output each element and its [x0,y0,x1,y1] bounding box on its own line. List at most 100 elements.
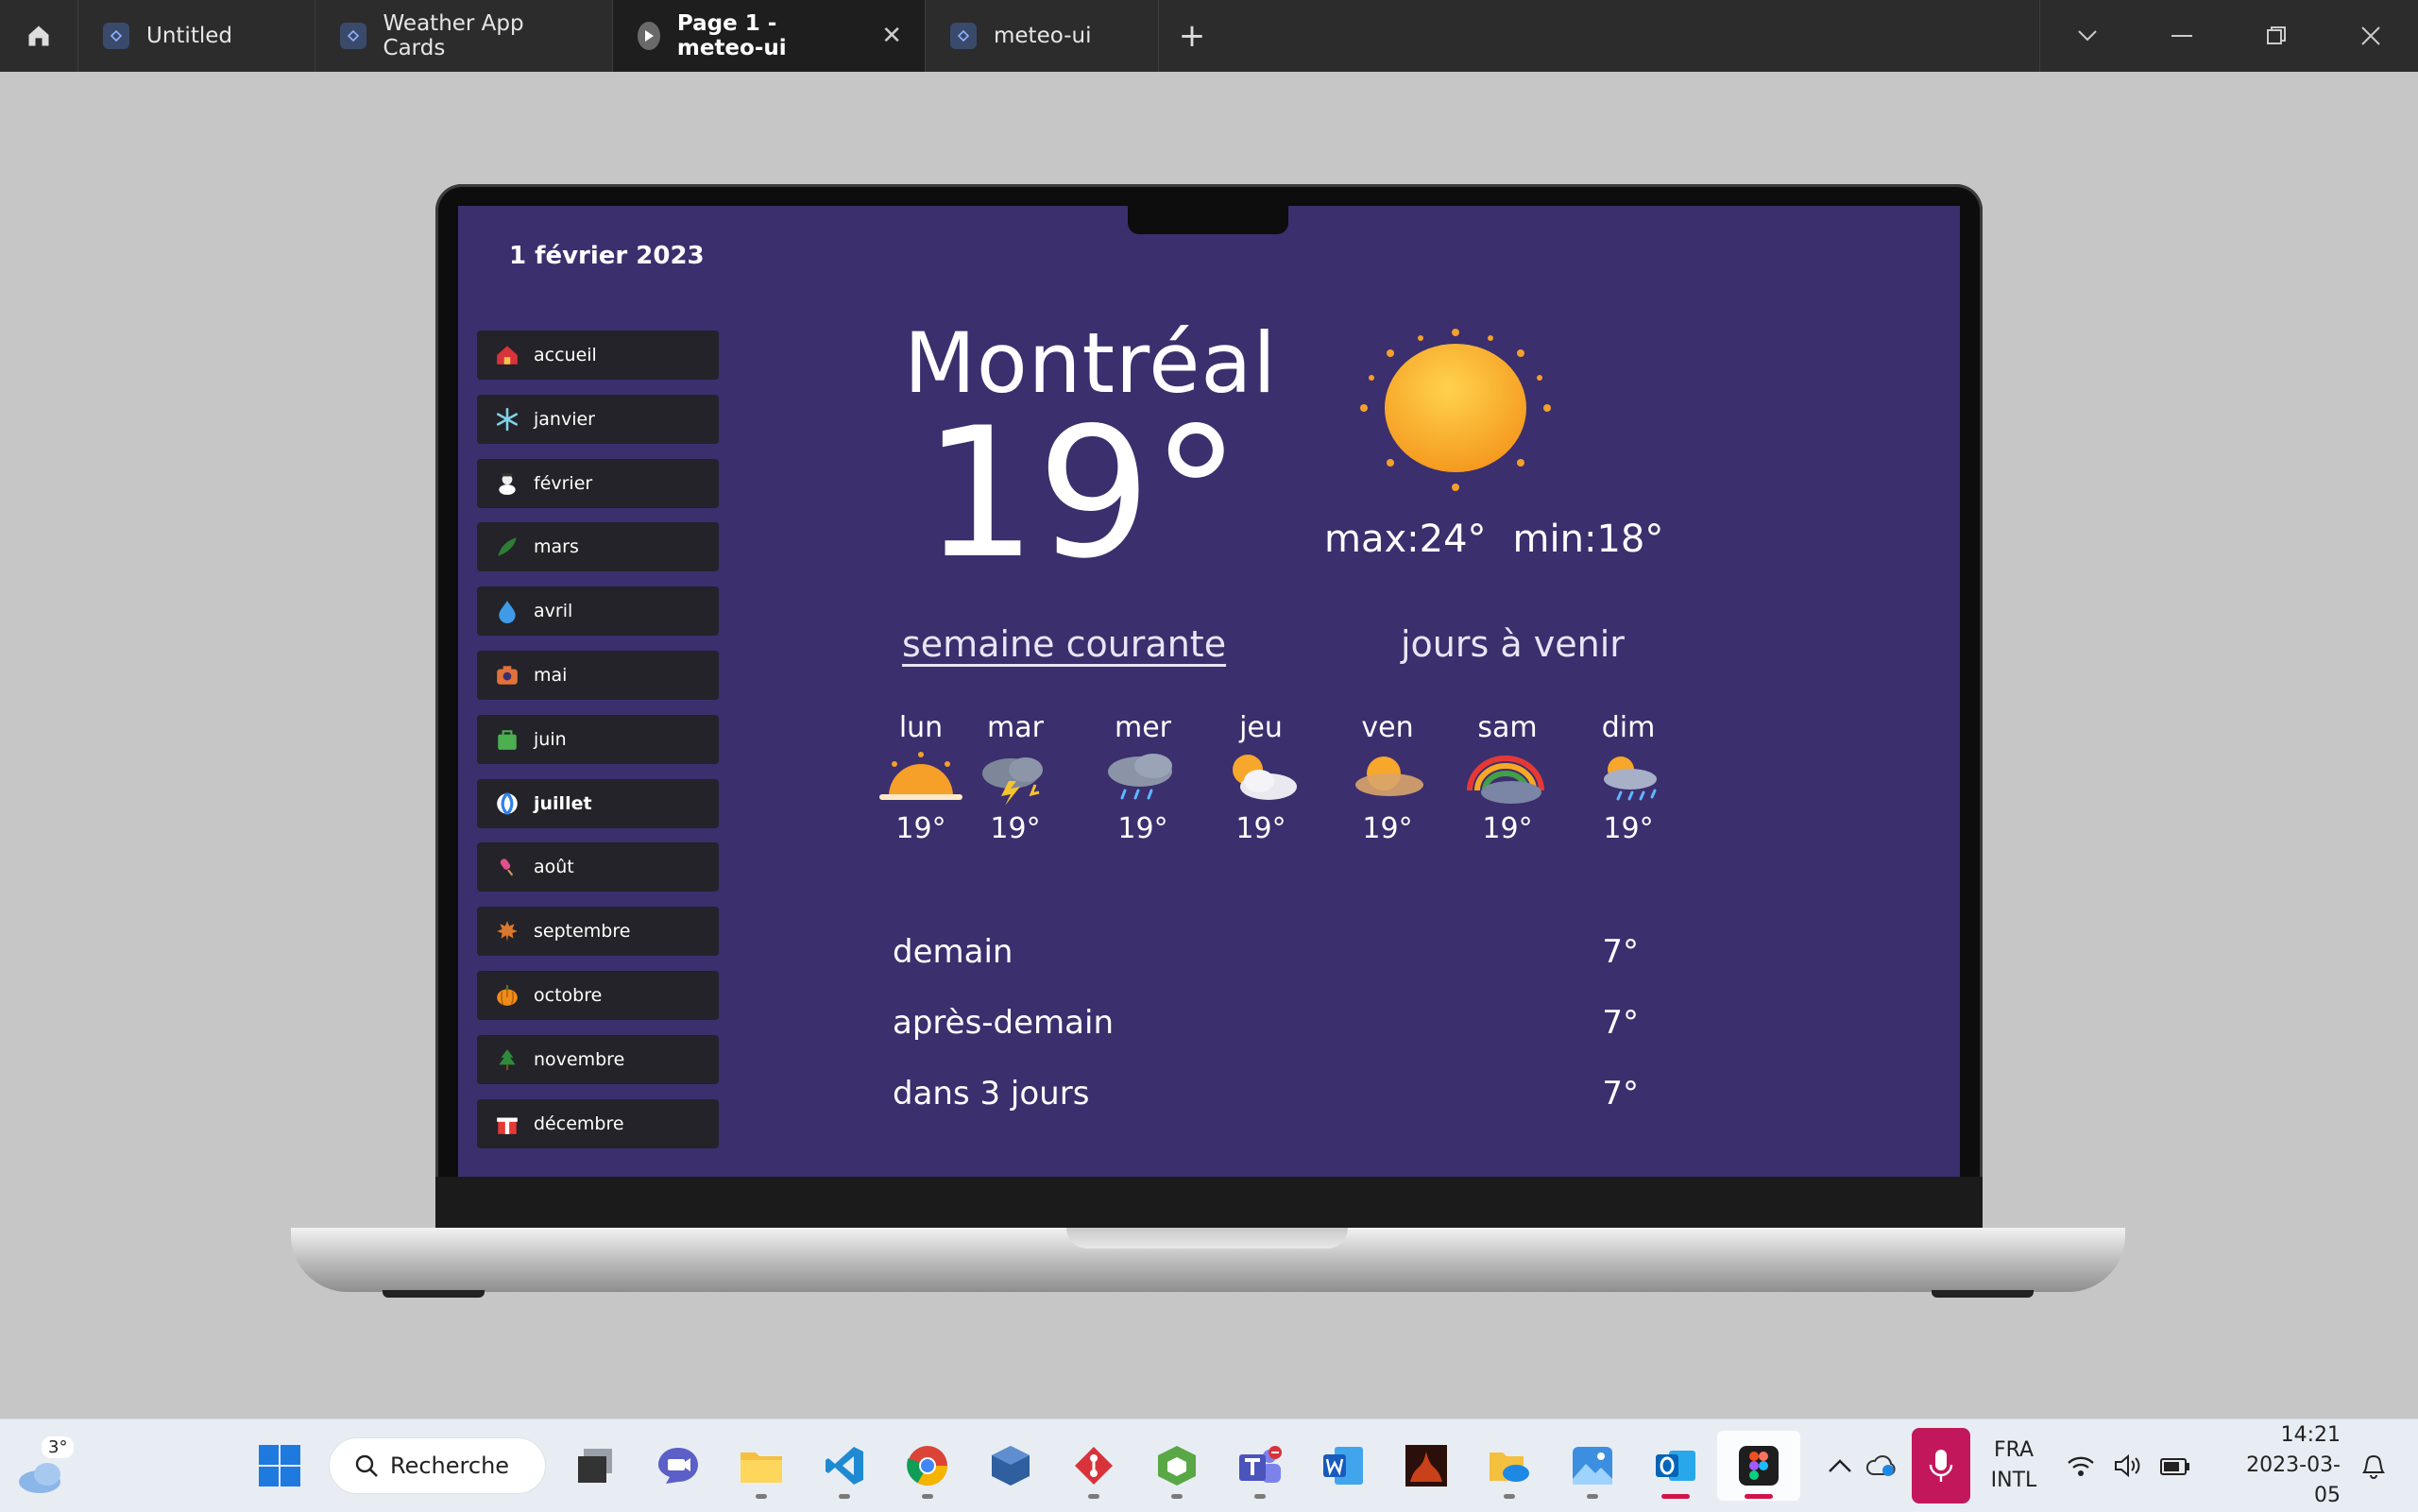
day-card: mar 19° [968,711,1063,845]
restore-button[interactable] [2229,0,2324,72]
chrome-button[interactable] [886,1431,969,1501]
language-indicator[interactable]: FRA INTL [1985,1436,2042,1496]
rain-cloud-icon [1108,754,1172,800]
battery-icon [2160,1458,2189,1475]
close-tab-icon[interactable]: ✕ [881,22,902,50]
tab-label: Untitled [146,24,232,48]
onedrive-sync-button[interactable] [1861,1453,1902,1478]
clock-date: 2023-03-05 [2246,1453,2341,1507]
teams-chat-button[interactable] [637,1431,720,1501]
network-button[interactable] [2057,1454,2104,1477]
sidebar-item-decembre[interactable]: décembre [477,1098,719,1148]
tab-jours-a-venir[interactable]: jours à venir [1401,623,1625,665]
weather-temperature: 3° [42,1436,75,1458]
running-indicator [1661,1494,1690,1499]
sidebar-item-label: juin [534,728,567,750]
tab-page-1-meteo-ui[interactable]: Page 1 - meteo-ui ✕ [613,0,926,72]
vscode-button[interactable] [803,1431,886,1501]
onedrive-button[interactable] [1468,1431,1551,1501]
sidebar-item-janvier[interactable]: janvier [477,394,719,444]
speaker-icon [2115,1453,2140,1478]
sidebar-item-fevrier[interactable]: février [477,458,719,508]
sun-cloud-icon [1233,755,1297,800]
outlook-button[interactable] [1634,1431,1717,1501]
new-tab-button[interactable]: + [1159,0,1225,72]
app-tab-bar: Untitled Weather App Cards Page 1 - mete… [0,0,2418,72]
day-card: mer 19° [1096,711,1190,845]
sidebar-item-octobre[interactable]: octobre [477,970,719,1020]
microphone-icon [1929,1450,1953,1482]
sidebar-item-mai[interactable]: mai [477,650,719,700]
forecast-temperature: 7° [1602,933,1639,971]
volume-button[interactable] [2104,1453,2152,1478]
running-indicator [756,1494,767,1499]
cloud-folder-icon [1490,1453,1529,1482]
day-name: mar [987,711,1044,744]
notifications-button[interactable] [2350,1452,2397,1480]
weather-widget[interactable]: 3° [15,1435,75,1495]
figma-icon [1739,1446,1779,1486]
show-hidden-icons-button[interactable] [1819,1458,1861,1473]
house-icon [494,342,520,368]
maple-leaf-icon [494,918,520,944]
virtualbox-icon [992,1446,1030,1486]
meteo-app-screen: 1 février 2023 accueil janvier février m… [458,206,1960,1177]
tab-semaine-courante[interactable]: semaine courante [902,623,1226,665]
teams-button[interactable] [1218,1431,1302,1501]
home-button[interactable] [0,0,78,72]
game-button[interactable] [1385,1431,1468,1501]
sidebar-item-septembre[interactable]: septembre [477,907,719,957]
package-app-button[interactable] [1135,1431,1218,1501]
tab-weather-app-cards[interactable]: Weather App Cards [315,0,613,72]
photos-button[interactable] [1551,1431,1634,1501]
forecast-label: demain [893,933,1013,971]
file-explorer-button[interactable] [720,1431,803,1501]
photos-icon [1573,1447,1612,1485]
list-item: dans 3 jours 7° [893,1075,1639,1146]
git-client-button[interactable] [1052,1431,1135,1501]
tab-list-button[interactable] [2040,0,2135,72]
running-indicator [1745,1494,1773,1499]
game-icon [1405,1445,1447,1487]
running-indicator [1504,1494,1515,1499]
figma-button[interactable] [1717,1431,1800,1501]
minimize-button[interactable] [2135,0,2229,72]
sidebar-item-label: octobre [534,984,603,1006]
close-window-button[interactable] [2324,0,2418,72]
microphone-button[interactable] [1912,1428,1970,1504]
sidebar-item-label: décembre [534,1113,624,1134]
droplet-icon [494,598,520,624]
task-view-button[interactable] [553,1431,637,1501]
sidebar-item-avril[interactable]: avril [477,586,719,637]
system-tray: FRA INTL 14:21 2023-03-05 [1819,1419,2397,1512]
sidebar-item-novembre[interactable]: novembre [477,1034,719,1084]
day-name: ven [1361,711,1414,744]
word-button[interactable] [1302,1431,1385,1501]
running-indicator [1088,1494,1099,1499]
sidebar-item-aout[interactable]: août [477,842,719,892]
forecast-label: après-demain [893,1004,1114,1042]
sidebar-item-accueil[interactable]: accueil [477,331,719,380]
sidebar-item-mars[interactable]: mars [477,522,719,572]
taskbar-apps: Recherche [238,1431,1800,1501]
virtualbox-button[interactable] [969,1431,1052,1501]
search-box[interactable]: Recherche [329,1437,546,1494]
rainbow-icon [1467,756,1544,804]
tab-meteo-ui[interactable]: meteo-ui [926,0,1159,72]
clock[interactable]: 14:21 2023-03-05 [2227,1420,2341,1511]
start-button[interactable] [238,1431,321,1501]
running-indicator [839,1494,850,1499]
sidebar-item-label: novembre [534,1048,625,1070]
tab-label: meteo-ui [994,24,1092,48]
gift-icon [494,1111,520,1137]
word-icon [1323,1447,1363,1485]
snowman-icon [494,470,520,497]
sidebar-item-juillet[interactable]: juillet [477,778,719,828]
sidebar-item-juin[interactable]: juin [477,714,719,764]
running-indicator [922,1494,933,1499]
laptop-opening-notch [1066,1228,1348,1249]
battery-button[interactable] [2152,1455,2199,1476]
clock-time: 14:21 [2280,1423,2341,1447]
day-name: lun [898,711,944,744]
tab-untitled[interactable]: Untitled [78,0,315,72]
